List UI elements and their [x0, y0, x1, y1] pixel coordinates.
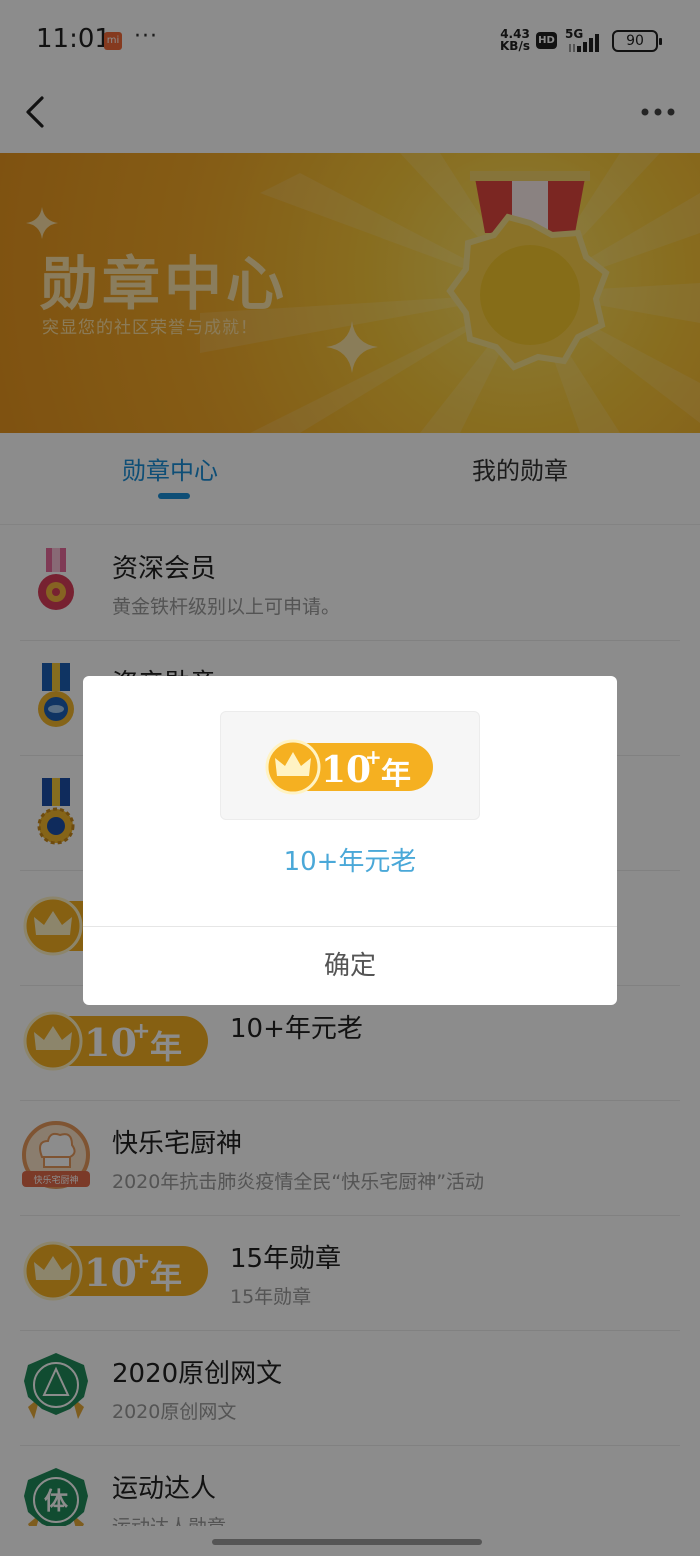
badge-plus: + [365, 745, 382, 769]
dialog-badge-container: 10 + 年 [220, 711, 480, 820]
badge-year: 年 [381, 757, 411, 792]
badge-dialog: 10 + 年 10+年元老 确定 [83, 676, 617, 1005]
dialog-badge-name: 10+年元老 [283, 847, 417, 877]
badge-number: 10 [321, 749, 371, 791]
confirm-button[interactable]: 确定 [83, 927, 617, 1005]
home-indicator[interactable] [212, 1539, 482, 1545]
ten-year-badge-icon: 10 + 年 [265, 739, 433, 795]
